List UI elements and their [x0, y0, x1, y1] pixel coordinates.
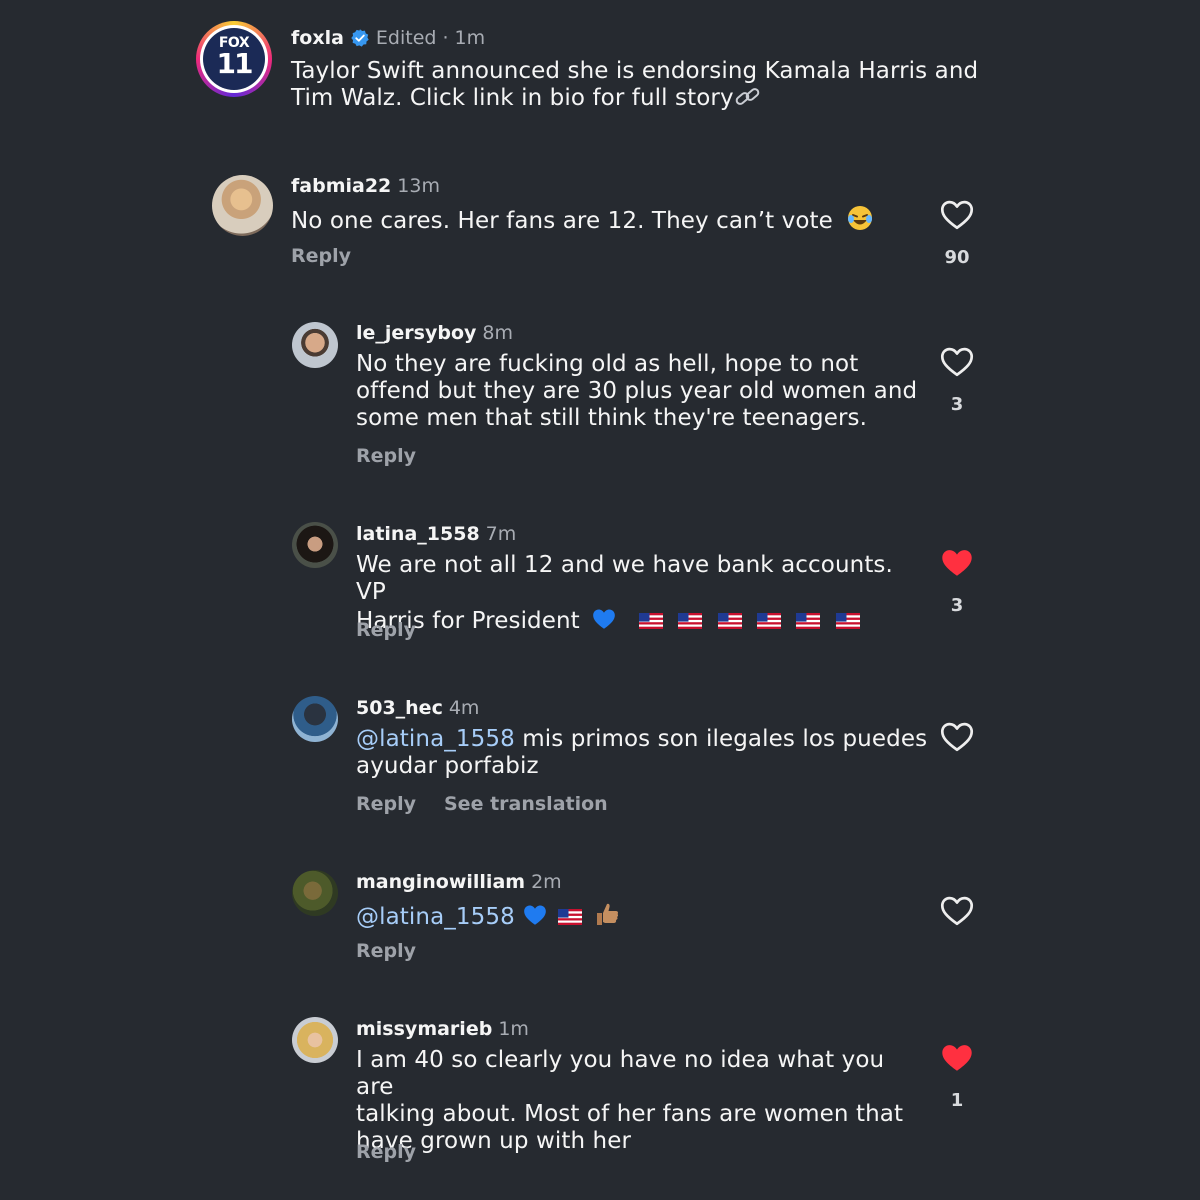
comment-text: No they are fucking old as hell, hope to… — [356, 351, 926, 432]
see-translation-button[interactable]: See translation — [444, 793, 608, 815]
comment-username[interactable]: le_jersyboy — [356, 322, 476, 344]
heart-icon[interactable] — [939, 719, 975, 755]
comment-time: 13m — [397, 175, 440, 197]
reply-button[interactable]: Reply — [356, 445, 416, 467]
avatar[interactable] — [292, 1017, 338, 1063]
post-username[interactable]: foxla — [291, 27, 344, 49]
post-avatar[interactable]: FOX 11 — [196, 21, 272, 97]
comment-username[interactable]: missymarieb — [356, 1018, 492, 1040]
like-count[interactable]: 1 — [937, 1090, 977, 1111]
reply-button[interactable]: Reply — [291, 245, 351, 267]
comment-line: talking about. Most of her fans are wome… — [356, 1101, 904, 1127]
comment-line: offend but they are 30 plus year old wom… — [356, 378, 918, 404]
us-flag-emoji-icon — [558, 909, 582, 925]
comment-username[interactable]: latina_1558 — [356, 523, 480, 545]
us-flag-emoji-icon — [796, 613, 820, 629]
us-flag-emoji-icon — [639, 613, 663, 629]
logo-number: 11 — [216, 47, 254, 80]
reply-button[interactable]: Reply — [356, 940, 416, 962]
avatar[interactable] — [292, 696, 338, 742]
reply-button[interactable]: Reply — [356, 1141, 416, 1163]
comment-line: have grown up with her — [356, 1128, 632, 1154]
fox11-logo: FOX 11 — [203, 28, 265, 90]
comment-time: 1m — [498, 1018, 529, 1040]
post-caption: Taylor Swift announced she is endorsing … — [291, 58, 991, 112]
comment-line: mis primos son ilegales los puedes — [514, 726, 928, 752]
like-count[interactable]: 90 — [937, 247, 977, 268]
comment-text: I am 40 so clearly you have no idea what… — [356, 1047, 926, 1155]
comment-text: @latina_1558 — [356, 900, 926, 931]
thumbs-up-emoji-icon — [597, 903, 619, 925]
post-time: 1m — [454, 27, 486, 49]
heart-filled-icon[interactable] — [939, 545, 975, 581]
comment-header: missymarieb 1m — [356, 1017, 529, 1041]
comment-text: @latina_1558 mis primos son ilegales los… — [356, 726, 928, 780]
comment-line: We are not all 12 and we have bank accou… — [356, 552, 893, 605]
comment-line: some men that still think they're teenag… — [356, 405, 868, 431]
like-count[interactable]: 3 — [937, 595, 977, 616]
comment-text: No one cares. Her fans are 12. They can’… — [291, 204, 911, 235]
comment-line: ayudar porfabiz — [356, 753, 539, 779]
comment-header: le_jersyboy 8m — [356, 321, 513, 345]
reply-button[interactable]: Reply — [356, 619, 416, 641]
blue-heart-emoji-icon — [522, 902, 548, 928]
mention-link[interactable]: @latina_1558 — [356, 726, 515, 752]
avatar[interactable] — [292, 870, 338, 916]
comment-username[interactable]: 503_hec — [356, 697, 443, 719]
avatar[interactable] — [292, 522, 338, 568]
comment-username[interactable]: manginowilliam — [356, 871, 525, 893]
comment-time: 8m — [482, 322, 514, 344]
comment-time: 4m — [448, 697, 480, 719]
link-icon — [735, 88, 760, 105]
comment-text-content: No one cares. Her fans are 12. They can’… — [291, 208, 833, 234]
avatar[interactable] — [292, 322, 338, 368]
reply-button[interactable]: Reply — [356, 793, 416, 815]
comment-header: manginowilliam 2m — [356, 870, 562, 894]
post-caption-text: Taylor Swift announced she is endorsing … — [291, 58, 979, 111]
post-separator: · — [442, 27, 449, 49]
mention-link[interactable]: @latina_1558 — [356, 904, 515, 930]
heart-icon[interactable] — [939, 344, 975, 380]
heart-icon[interactable] — [939, 893, 975, 929]
comment-line: No they are fucking old as hell, hope to… — [356, 351, 859, 377]
comment-text: We are not all 12 and we have bank accou… — [356, 552, 926, 635]
comment-time: 7m — [485, 523, 517, 545]
heart-filled-icon[interactable] — [939, 1040, 975, 1076]
post-edited-label: Edited — [375, 27, 437, 49]
avatar[interactable] — [212, 175, 273, 236]
us-flag-emoji-icon — [836, 613, 860, 629]
post-header: foxla Edited · 1m — [291, 26, 485, 50]
comment-username[interactable]: fabmia22 — [291, 175, 391, 197]
heart-icon[interactable] — [939, 197, 975, 233]
comment-header: 503_hec 4m — [356, 696, 479, 720]
comment-line: I am 40 so clearly you have no idea what… — [356, 1047, 885, 1100]
verified-badge-icon — [351, 29, 369, 47]
like-count[interactable]: 3 — [937, 394, 977, 415]
us-flag-emoji-icon — [678, 613, 702, 629]
comment-header: fabmia22 13m — [291, 174, 440, 198]
laughing-emoji-icon — [848, 206, 873, 230]
comment-time: 2m — [531, 871, 562, 893]
comment-header: latina_1558 7m — [356, 522, 516, 546]
us-flag-emoji-icon — [718, 613, 742, 629]
blue-heart-emoji-icon — [591, 606, 617, 632]
us-flag-emoji-icon — [757, 613, 781, 629]
